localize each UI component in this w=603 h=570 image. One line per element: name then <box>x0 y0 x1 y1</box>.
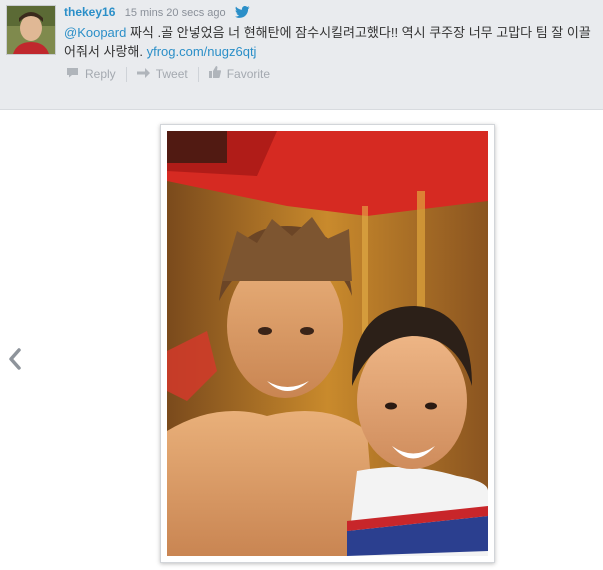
tweet-bar: thekey16 15 mins 20 secs ago @Koopard 짜식… <box>0 0 603 110</box>
favorite-label: Favorite <box>226 66 271 81</box>
chevron-left-icon <box>6 348 24 375</box>
tweet-actions: Reply Tweet Favorite <box>66 66 271 83</box>
photo-frame <box>160 124 495 563</box>
tweet-header: thekey16 15 mins 20 secs ago <box>64 5 250 21</box>
action-divider <box>125 67 127 83</box>
username-link[interactable]: thekey16 <box>64 5 115 19</box>
action-divider <box>197 67 199 83</box>
reply-icon <box>66 67 79 81</box>
retweet-label: Tweet <box>155 67 188 81</box>
mention-link[interactable]: @Koopard <box>64 25 126 40</box>
retweet-icon <box>136 67 150 81</box>
photo-link[interactable]: yfrog.com/nugz6qtj <box>147 44 257 59</box>
retweet-button[interactable]: Tweet <box>136 67 188 81</box>
tweet-body: 짜식 .골 안넣었음 너 현해탄에 잠수시킬려고했다!! 역시 쿠주장 너무 고… <box>64 25 591 59</box>
twitter-bird-icon <box>234 6 250 21</box>
avatar[interactable] <box>6 5 56 55</box>
previous-button[interactable] <box>6 347 24 371</box>
tweet-text: @Koopard 짜식 .골 안넣었음 너 현해탄에 잠수시킬려고했다!! 역시… <box>64 23 596 61</box>
photo[interactable] <box>167 131 488 556</box>
favorite-icon <box>208 66 221 81</box>
reply-label: Reply <box>85 67 116 81</box>
favorite-button[interactable]: Favorite <box>208 66 271 81</box>
reply-button[interactable]: Reply <box>66 67 116 81</box>
timestamp[interactable]: 15 mins 20 secs ago <box>125 7 226 19</box>
